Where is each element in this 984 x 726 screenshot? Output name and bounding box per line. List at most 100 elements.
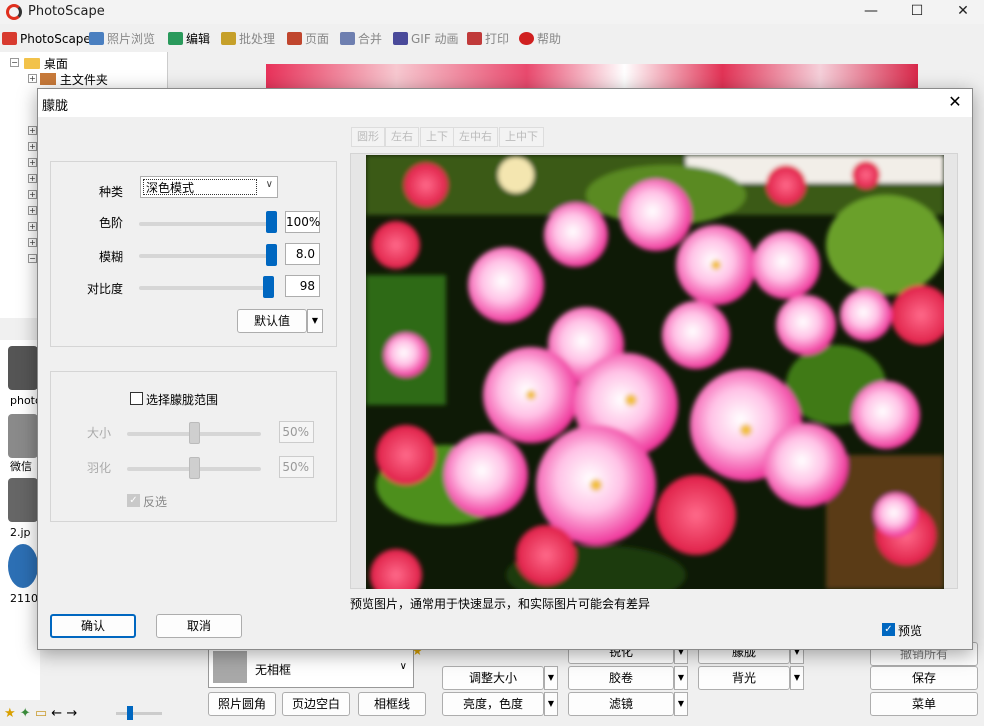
minimize-button[interactable]: — bbox=[848, 0, 894, 24]
tab-photoscape[interactable]: PhotoScape bbox=[0, 28, 91, 50]
dialog-close-button[interactable]: ✕ bbox=[944, 92, 966, 114]
film-dropdown[interactable]: ▼ bbox=[674, 666, 688, 690]
save-button[interactable]: 保存 bbox=[870, 666, 978, 690]
app-titlebar: PhotoScape — ☐ ✕ bbox=[0, 0, 984, 24]
tree-expand-icon[interactable]: + bbox=[28, 158, 37, 167]
tree-expand-icon[interactable]: + bbox=[28, 238, 37, 247]
brightness-button[interactable]: 亮度，色度 bbox=[442, 692, 544, 716]
level-slider-thumb[interactable] bbox=[266, 211, 277, 233]
combine-tab-icon bbox=[340, 32, 355, 45]
shape-tab-top-bottom[interactable]: 上下 bbox=[420, 127, 454, 147]
size-slider-thumb[interactable] bbox=[189, 422, 200, 444]
cancel-button[interactable]: 取消 bbox=[156, 614, 242, 638]
forward-arrow-icon[interactable]: → bbox=[66, 706, 77, 721]
thumbnail-image[interactable] bbox=[8, 414, 38, 458]
zoom-slider-track[interactable] bbox=[116, 712, 162, 715]
tree-expand-icon[interactable]: + bbox=[28, 206, 37, 215]
default-dropdown[interactable]: ▼ bbox=[307, 309, 323, 333]
gif-tab-icon bbox=[393, 32, 408, 45]
tab-combine[interactable]: 合并 bbox=[338, 28, 382, 50]
frame-line-button[interactable]: 相框线 bbox=[358, 692, 426, 716]
dialog-title: 朦胧 bbox=[42, 99, 69, 114]
tab-label: 帮助 bbox=[537, 32, 562, 46]
folder-icon[interactable]: ▭ bbox=[35, 706, 47, 721]
contrast-label: 对比度 bbox=[86, 282, 123, 296]
filter-dropdown[interactable]: ▼ bbox=[674, 692, 688, 716]
type-label: 种类 bbox=[98, 185, 123, 199]
blur-slider-thumb[interactable] bbox=[266, 244, 277, 266]
tree-expand-icon[interactable]: + bbox=[28, 222, 37, 231]
tree-expand-icon[interactable]: − bbox=[28, 254, 37, 263]
tab-label: 编辑 bbox=[186, 32, 211, 46]
backlight-button[interactable]: 背光 bbox=[698, 666, 790, 690]
tree-expand-icon[interactable]: + bbox=[28, 174, 37, 183]
rotate-icon[interactable]: ✦ bbox=[20, 706, 31, 721]
menu-button[interactable]: 菜单 bbox=[870, 692, 978, 716]
tree-expand-icon[interactable]: + bbox=[28, 142, 37, 151]
range-checkbox[interactable] bbox=[130, 392, 143, 405]
editor-bottom-tools: 无相框 ∨ ★ 照片圆角 页边空白 相框线 调整大小 ▼ 亮度，色度 ▼ 锐化 … bbox=[184, 640, 984, 726]
main-tabbar: PhotoScape 照片浏览 编辑 批处理 页面 合并 GIF 动画 打印 帮… bbox=[0, 28, 984, 50]
shape-tab-left-right[interactable]: 左右 bbox=[385, 127, 419, 147]
default-button[interactable]: 默认值 bbox=[237, 309, 307, 333]
tab-batch[interactable]: 批处理 bbox=[219, 28, 275, 50]
frame-select[interactable]: 无相框 ∨ bbox=[208, 646, 414, 688]
tree-expand-icon[interactable]: + bbox=[28, 190, 37, 199]
thumbnail-image[interactable] bbox=[8, 346, 38, 390]
thumbnail-label: 2.jp bbox=[10, 526, 31, 539]
tab-label: PhotoScape bbox=[20, 32, 91, 46]
shape-tab-left-center-right[interactable]: 左中右 bbox=[453, 127, 498, 147]
type-select[interactable]: 深色模式 ∨ bbox=[140, 176, 278, 198]
invert-label: 反选 bbox=[143, 495, 168, 509]
invert-checkbox[interactable]: ✓ bbox=[127, 494, 140, 507]
tab-page[interactable]: 页面 bbox=[285, 28, 329, 50]
tree-expand-icon[interactable]: + bbox=[28, 74, 37, 83]
star-icon[interactable]: ★ bbox=[4, 706, 16, 721]
tab-editor[interactable]: 编辑 bbox=[166, 28, 210, 50]
level-slider[interactable] bbox=[139, 222, 271, 226]
feather-value[interactable]: 50% bbox=[279, 456, 314, 478]
shape-tab-circle[interactable]: 圆形 bbox=[351, 127, 385, 147]
tab-help[interactable]: 帮助 bbox=[517, 28, 561, 50]
resize-dropdown[interactable]: ▼ bbox=[544, 666, 558, 690]
brightness-dropdown[interactable]: ▼ bbox=[544, 692, 558, 716]
dialog-titlebar: 朦胧 ✕ bbox=[38, 89, 972, 117]
contrast-slider[interactable] bbox=[139, 286, 271, 290]
tab-label: 合并 bbox=[358, 32, 383, 46]
tree-collapse-icon[interactable]: − bbox=[10, 58, 19, 67]
film-button[interactable]: 胶卷 bbox=[568, 666, 674, 690]
round-corner-button[interactable]: 照片圆角 bbox=[208, 692, 276, 716]
thumbnail-image[interactable] bbox=[8, 478, 38, 522]
maximize-button[interactable]: ☐ bbox=[894, 0, 940, 24]
ok-button[interactable]: 确认 bbox=[50, 614, 136, 638]
blur-slider[interactable] bbox=[139, 254, 271, 258]
margin-button[interactable]: 页边空白 bbox=[282, 692, 350, 716]
tree-expand-icon[interactable]: + bbox=[28, 126, 37, 135]
contrast-slider-thumb[interactable] bbox=[263, 276, 275, 298]
back-arrow-icon[interactable]: ← bbox=[51, 706, 62, 721]
feather-slider-thumb[interactable] bbox=[189, 457, 200, 479]
backlight-dropdown[interactable]: ▼ bbox=[790, 666, 804, 690]
tab-gif[interactable]: GIF 动画 bbox=[391, 28, 459, 50]
chevron-down-icon: ∨ bbox=[265, 179, 273, 190]
app-title: PhotoScape bbox=[28, 4, 105, 19]
tree-item-home[interactable]: 主文件夹 bbox=[40, 71, 108, 88]
thumbnail-strip: photo 微信 2.jp 2110 bbox=[0, 340, 42, 700]
preview-checkbox[interactable]: ✓ bbox=[882, 623, 895, 636]
tab-label: 打印 bbox=[485, 32, 510, 46]
resize-button[interactable]: 调整大小 bbox=[442, 666, 544, 690]
zoom-slider-thumb[interactable] bbox=[127, 706, 133, 720]
filter-button[interactable]: 滤镜 bbox=[568, 692, 674, 716]
close-window-button[interactable]: ✕ bbox=[940, 0, 984, 24]
thumbnail-image[interactable] bbox=[8, 544, 38, 588]
tab-viewer[interactable]: 照片浏览 bbox=[87, 28, 155, 50]
preview-checkbox-label: 预览 bbox=[898, 624, 923, 638]
tree-root[interactable]: 桌面 bbox=[24, 55, 68, 72]
blur-value[interactable]: 8.0 bbox=[285, 243, 320, 265]
contrast-value[interactable]: 98 bbox=[285, 275, 320, 297]
tab-print[interactable]: 打印 bbox=[465, 28, 509, 50]
viewer-tab-icon bbox=[89, 32, 104, 45]
size-value[interactable]: 50% bbox=[279, 421, 314, 443]
shape-tab-top-center-bottom[interactable]: 上中下 bbox=[499, 127, 544, 147]
level-value[interactable]: 100% bbox=[285, 211, 320, 233]
